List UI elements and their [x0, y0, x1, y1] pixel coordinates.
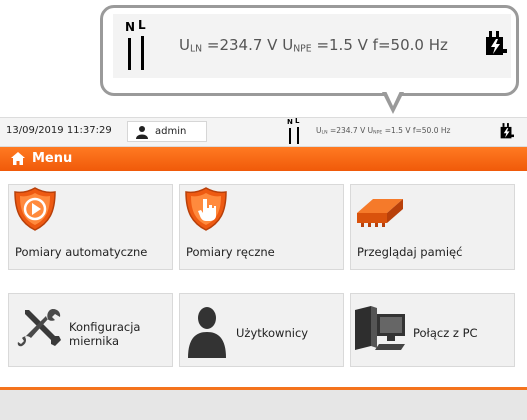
tile-meter-configuration[interactable]: Konfiguracja miernika — [8, 293, 173, 367]
plug-icon — [500, 123, 514, 139]
phase-indicator-icon: N L — [123, 18, 153, 72]
tile-label: Pomiary automatyczne — [15, 245, 148, 259]
current-user-button[interactable]: admin — [127, 121, 207, 142]
tile-label: Użytkownicy — [236, 326, 309, 340]
users-icon — [188, 307, 226, 358]
pc-icon — [355, 306, 405, 350]
plug-icon — [486, 31, 507, 55]
tile-label: Przeglądaj pamięć — [357, 245, 463, 259]
voltage-readout-small: ULN =234.7 V UNPE =1.5 V f=50.0 Hz — [316, 126, 451, 136]
menu-title: Menu — [32, 151, 73, 166]
bottom-bar — [0, 390, 527, 420]
datetime-display: 13/09/2019 11:37:29 — [6, 125, 112, 136]
tile-connect-pc[interactable]: Połącz z PC — [350, 293, 515, 367]
tile-users[interactable]: Użytkownicy — [179, 293, 344, 367]
tile-label: Połącz z PC — [413, 326, 478, 340]
tools-icon — [17, 309, 61, 347]
menu-bar[interactable]: Menu — [0, 147, 527, 171]
voltage-readout-text: ULN =234.7 V UNPE =1.5 V f=50.0 Hz — [179, 36, 448, 55]
memory-icon — [357, 199, 403, 227]
home-icon — [11, 152, 25, 165]
status-bar: 13/09/2019 11:37:29 admin N L ULN =234.7… — [0, 117, 527, 147]
tile-browse-memory[interactable]: Przeglądaj pamięć — [350, 184, 515, 270]
tile-label: Konfiguracja miernika — [69, 320, 141, 348]
tile-label: Pomiary ręczne — [186, 245, 275, 259]
voltage-readout-enlarged: N L ULN =234.7 V UNPE =1.5 V f=50.0 Hz — [113, 14, 511, 78]
username-label: admin — [155, 126, 187, 137]
phase-indicator-icon: N L — [287, 117, 303, 145]
manual-measure-shield-icon — [185, 187, 227, 231]
tile-auto-measurements[interactable]: Pomiary automatyczne — [8, 184, 173, 270]
user-icon — [136, 126, 148, 139]
auto-measure-shield-icon — [14, 187, 56, 231]
tile-manual-measurements[interactable]: Pomiary ręczne — [179, 184, 344, 270]
